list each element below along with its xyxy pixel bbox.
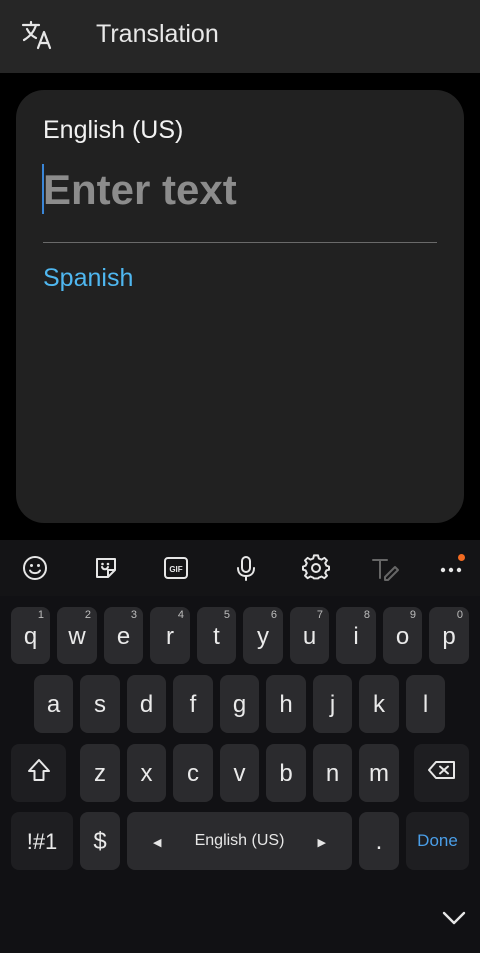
key-d[interactable]: d xyxy=(127,675,166,733)
hide-keyboard-chevron-icon[interactable] xyxy=(441,909,467,932)
translation-card: English (US) Spanish xyxy=(16,90,464,523)
key-r[interactable]: 4r xyxy=(150,607,190,664)
key-u[interactable]: 7u xyxy=(290,607,329,664)
key-q[interactable]: 1q xyxy=(11,607,50,664)
key-g[interactable]: g xyxy=(220,675,259,733)
key-v[interactable]: v xyxy=(220,744,259,802)
emoji-icon[interactable] xyxy=(18,552,52,584)
key-p[interactable]: 0p xyxy=(429,607,469,664)
key-w[interactable]: 2w xyxy=(57,607,97,664)
microphone-icon[interactable] xyxy=(229,552,263,584)
divider xyxy=(43,242,437,243)
language-right-icon: ▶ xyxy=(317,837,326,849)
source-text-input[interactable] xyxy=(43,164,423,216)
translation-app: Translation English (US) Spanish GIF xyxy=(0,0,480,953)
key-i[interactable]: 8i xyxy=(336,607,376,664)
key-a[interactable]: a xyxy=(34,675,73,733)
handwriting-icon[interactable] xyxy=(369,552,403,584)
text-cursor xyxy=(42,164,44,214)
on-screen-keyboard: GIF 1q 2w 3e 4r 5t 6y 7u 8i 9o 0p a s d … xyxy=(0,540,480,953)
page-title: Translation xyxy=(96,20,219,48)
backspace-key[interactable] xyxy=(414,744,469,802)
translate-icon[interactable] xyxy=(20,18,54,52)
key-y[interactable]: 6y xyxy=(243,607,283,664)
key-h[interactable]: h xyxy=(266,675,306,733)
space-key[interactable]: ◀ English (US) ▶ xyxy=(127,812,352,870)
space-language-label: English (US) xyxy=(194,832,285,849)
shift-key[interactable] xyxy=(11,744,66,802)
gif-label: GIF xyxy=(169,565,182,574)
currency-key[interactable]: $ xyxy=(80,812,120,870)
key-s[interactable]: s xyxy=(80,675,120,733)
key-b[interactable]: b xyxy=(266,744,306,802)
done-key[interactable]: Done xyxy=(406,812,469,870)
key-n[interactable]: n xyxy=(313,744,352,802)
key-t[interactable]: 5t xyxy=(197,607,236,664)
notification-dot xyxy=(458,554,465,561)
keyboard-toolbar: GIF xyxy=(0,540,480,596)
key-k[interactable]: k xyxy=(359,675,399,733)
key-e[interactable]: 3e xyxy=(104,607,143,664)
key-j[interactable]: j xyxy=(313,675,352,733)
period-key[interactable]: . xyxy=(359,812,399,870)
key-o[interactable]: 9o xyxy=(383,607,422,664)
key-c[interactable]: c xyxy=(173,744,213,802)
key-x[interactable]: x xyxy=(127,744,166,802)
backspace-icon xyxy=(427,759,457,788)
sticker-icon[interactable] xyxy=(89,552,123,584)
shift-icon xyxy=(26,757,52,790)
target-language-selector[interactable]: Spanish xyxy=(43,264,133,293)
gif-icon[interactable]: GIF xyxy=(159,552,193,584)
key-l[interactable]: l xyxy=(406,675,445,733)
settings-icon[interactable] xyxy=(299,552,333,584)
app-header: Translation xyxy=(0,0,480,73)
symbols-key[interactable]: !#1 xyxy=(11,812,73,870)
key-m[interactable]: m xyxy=(359,744,399,802)
key-f[interactable]: f xyxy=(173,675,213,733)
key-z[interactable]: z xyxy=(80,744,120,802)
source-language-selector[interactable]: English (US) xyxy=(43,116,183,145)
language-left-icon: ◀ xyxy=(153,837,162,849)
